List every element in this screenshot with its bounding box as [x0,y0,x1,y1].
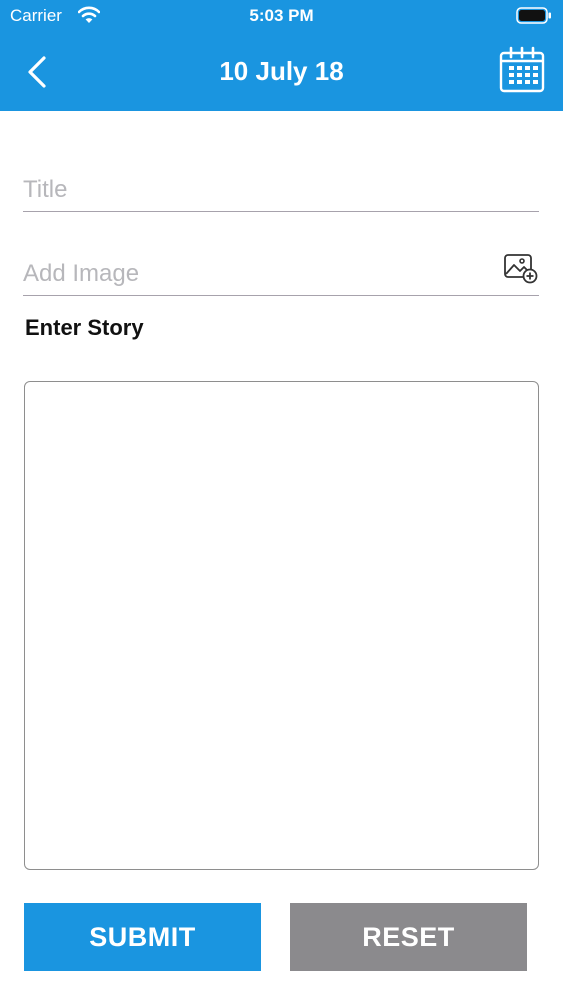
title-field-container [23,168,539,212]
submit-button[interactable]: SUBMIT [24,903,261,971]
chevron-left-icon [28,56,46,88]
page-title: 10 July 18 [219,56,344,86]
add-image-button[interactable] [503,252,539,284]
story-label: Enter Story [25,315,144,340]
add-image-input[interactable] [23,252,483,295]
back-button[interactable] [22,50,54,94]
add-image-icon [504,254,538,284]
add-image-field-container [23,252,539,296]
app-header: Carrier 5:03 PM 10 July 18 [0,0,563,111]
battery-icon [516,7,551,24]
calendar-icon [499,46,545,93]
title-input[interactable] [23,168,539,211]
calendar-button[interactable] [498,46,546,94]
status-bar: Carrier 5:03 PM [0,0,563,32]
story-entry-screen: Carrier 5:03 PM 10 July 18 Title Add Ima… [0,0,563,1000]
status-time: 5:03 PM [249,6,314,25]
reset-button[interactable]: RESET [290,903,527,971]
story-textarea[interactable] [24,381,539,870]
